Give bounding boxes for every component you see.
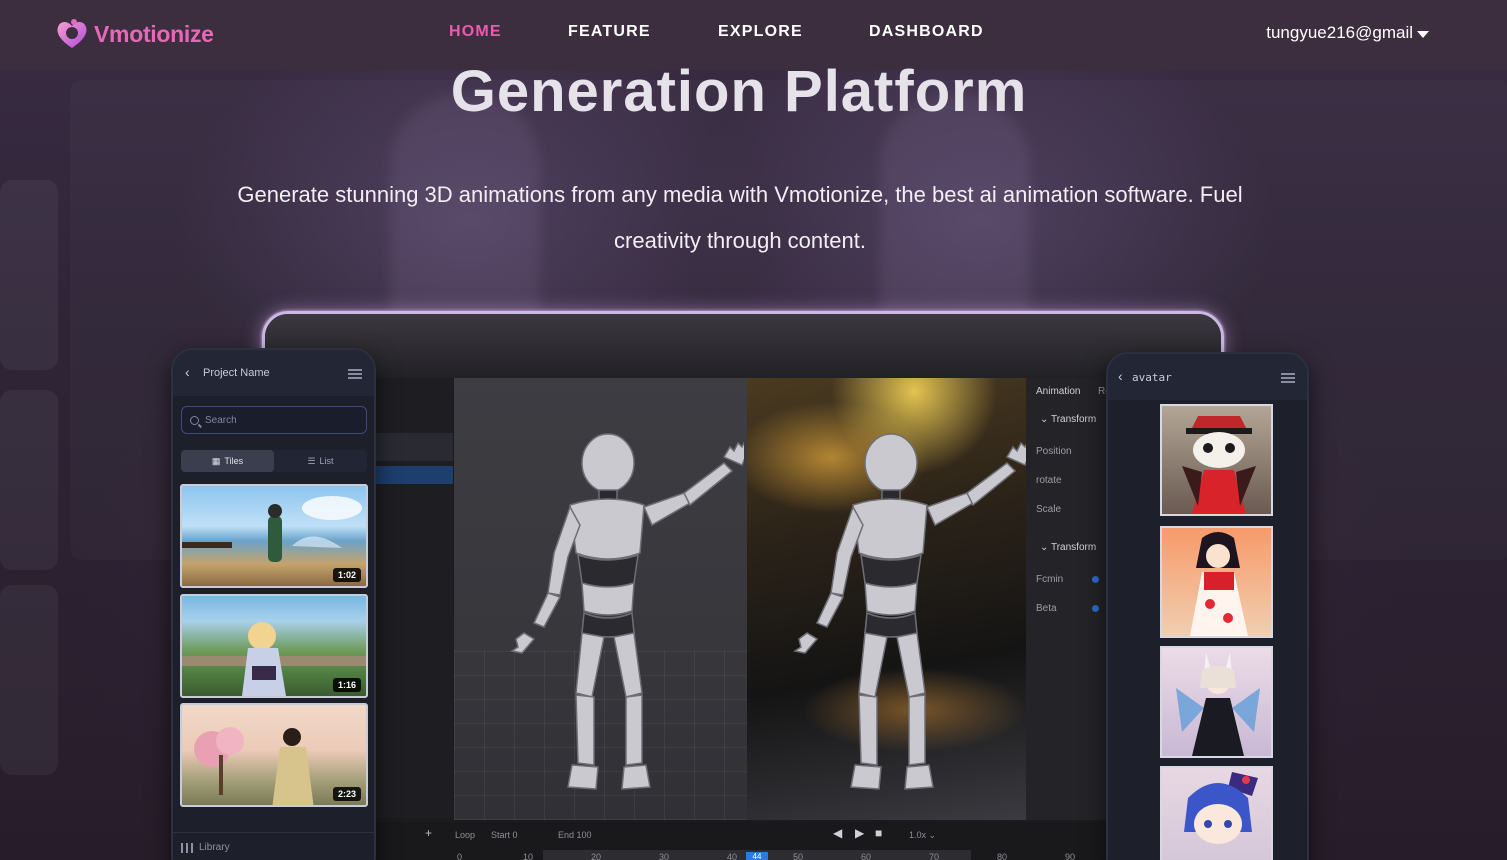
hero-title: Generation Platform [450,59,1028,124]
library-label: Library [199,842,230,853]
tile-duration: 1:16 [332,678,361,692]
avatar-card[interactable] [1160,766,1273,860]
nav-feature[interactable]: FEATURE [568,23,651,41]
viewport-3d[interactable] [454,378,747,820]
tick: 80 [997,852,1008,860]
brand-name: Vmotionize [94,20,214,47]
avatar-thumbnail [1190,532,1248,636]
prop-fcmin: Fcmin [1036,574,1064,585]
tick: 60 [861,852,872,860]
list-toggle[interactable]: ☰ List [274,450,367,472]
video-tile[interactable]: 1:02 [180,484,368,588]
menu-icon[interactable] [1281,373,1295,383]
video-tile[interactable]: 2:23 [180,703,368,807]
end-frame[interactable]: End 100 [558,830,592,840]
laptop-mockup: Animation Re ⌄ Transform Position rotate… [262,311,1224,860]
laptop-topbar [265,314,1221,378]
video-tile[interactable]: 1:16 [180,594,368,698]
timeline: + Loop Start 0 End 100 ◀ ▶ ■ 1.0x ⌄ 0 10… [373,822,1221,860]
camera-composite-view[interactable] [747,378,1026,820]
tick: 10 [523,852,534,860]
tick: 0 [457,852,463,860]
add-track-icon[interactable]: + [425,826,432,840]
tick: 90 [1065,852,1076,860]
library-icon [181,842,193,853]
grid-icon: ▦ [211,455,221,466]
avatar-phone-mockup: ‹ avatar [1106,352,1309,860]
logo-heart-icon [57,19,87,48]
avatar-card[interactable] [1160,526,1273,638]
search-placeholder: Search [205,414,237,426]
section-transform-label: Transform [1050,414,1097,425]
tiles-label: Tiles [224,456,244,466]
avatar-thumbnail [1184,772,1258,844]
user-menu[interactable]: tungyue216@gmail [1266,23,1429,43]
prop-position: Position [1036,446,1072,457]
user-email: tungyue216@gmail [1266,23,1413,42]
list-icon: ☰ [307,455,316,466]
speed-select[interactable]: 1.0x ⌄ [909,830,936,841]
divider [173,832,374,833]
bg-thumb [0,390,58,570]
tiles-toggle[interactable]: ▦ Tiles [181,450,274,472]
section-transform[interactable]: ⌄ Transform [1040,414,1096,425]
tick: 40 [727,852,738,860]
hero-description: Generate stunning 3D animations from any… [237,182,1243,253]
phone-header: ‹ Project Name [173,350,374,396]
robot-model [510,433,744,790]
caret-down-icon [1417,30,1429,38]
start-frame[interactable]: Start 0 [491,830,518,840]
play-icon[interactable]: ▶ [855,826,864,840]
project-phone-mockup: ‹ Project Name Search ▦ Tiles ☰ List 1:02 … [171,348,376,860]
outliner-row[interactable] [373,433,453,461]
tile-duration: 2:23 [332,787,361,801]
stop-icon[interactable]: ■ [875,826,882,840]
prop-beta: Beta [1036,603,1057,614]
nav-home[interactable]: HOME [449,23,502,41]
menu-icon[interactable] [348,369,362,379]
tick: 70 [929,852,940,860]
tab-animation[interactable]: Animation [1036,386,1080,397]
prev-icon[interactable]: ◀ [833,826,842,840]
phone-header: ‹ avatar [1108,354,1307,400]
avatar-thumbnail [1182,416,1256,514]
avatar-card[interactable] [1160,646,1273,758]
library-tab[interactable]: Library [181,842,230,853]
loop-toggle[interactable]: Loop [455,830,475,840]
speed-value: 1.0x [909,830,927,840]
logo[interactable]: Vmotionize [54,16,214,52]
tick: 20 [591,852,602,860]
view-toggle: ▦ Tiles ☰ List [181,450,367,472]
robot-model-composite [793,433,1026,790]
outliner-row-selected[interactable] [373,466,453,484]
keyframe-dot[interactable] [1092,576,1099,583]
avatar-title: avatar [1132,371,1172,384]
search-input[interactable]: Search [181,406,367,434]
playhead-marker[interactable]: 44 [746,852,768,860]
tile-duration: 1:02 [332,568,361,582]
prop-rotate: rotate [1036,475,1062,486]
animation-editor: Animation Re ⌄ Transform Position rotate… [373,378,1221,860]
back-chevron-icon[interactable]: ‹ [1118,368,1123,384]
list-label: List [319,456,334,466]
section-transform-2-label: Transform [1050,542,1097,553]
bg-thumb [0,585,58,775]
back-chevron-icon[interactable]: ‹ [185,364,190,380]
prop-scale: Scale [1036,504,1062,515]
search-icon [190,415,199,425]
section-transform-2[interactable]: ⌄ Transform [1040,542,1096,553]
project-title: Project Name [203,367,270,379]
avatar-card[interactable] [1160,404,1273,516]
avatar-thumbnail [1176,652,1260,756]
bg-thumb [0,180,58,370]
keyframe-dot[interactable] [1092,605,1099,612]
tick: 30 [659,852,670,860]
editor-outliner [373,378,453,818]
tick: 50 [793,852,804,860]
nav-dashboard[interactable]: DASHBOARD [869,23,984,41]
nav-explore[interactable]: EXPLORE [718,23,803,41]
